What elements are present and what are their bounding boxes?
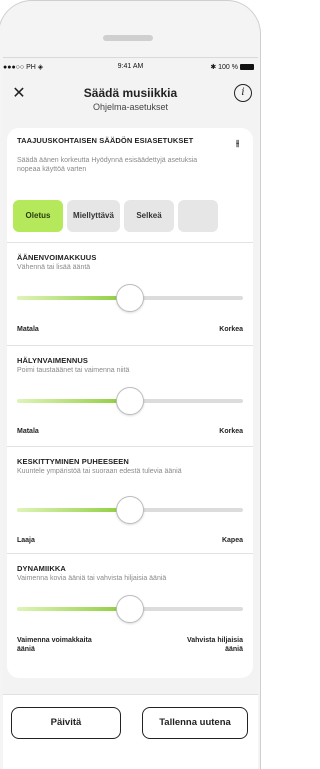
- speech-focus-slider[interactable]: [17, 496, 243, 524]
- volume-min-label: Matala: [17, 326, 39, 333]
- noise-section: HÄLYNVAIMENNUS Poimi taustaäänet tai vai…: [7, 346, 253, 446]
- volume-slider[interactable]: [17, 284, 243, 312]
- dynamics-max-label: Vahvista hiljaisia ääniä: [186, 637, 243, 653]
- preset-chip-selkea[interactable]: Selkeä: [124, 200, 174, 232]
- page-title: Säädä musiikkia: [83, 86, 178, 100]
- update-button[interactable]: Päivitä: [11, 707, 121, 739]
- info-icon[interactable]: i: [234, 84, 252, 102]
- preset-chip-oletus[interactable]: Oletus: [13, 200, 63, 232]
- slider-thumb[interactable]: [116, 496, 144, 524]
- presets-title: TAAJUUSKOHTAISEN SÄÄDÖN ESIASETUKSET: [17, 136, 194, 145]
- slider-fill: [17, 508, 130, 512]
- dynamics-slider[interactable]: [17, 595, 243, 623]
- dynamics-section: DYNAMIIKKA Vaimenna kovia ääniä tai vahv…: [7, 554, 253, 678]
- slider-fill: [17, 607, 130, 611]
- slider-fill: [17, 296, 130, 300]
- battery-label: ✱ 100 %: [210, 64, 238, 71]
- preset-chip-miellyttava[interactable]: Miellyttävä: [67, 200, 120, 232]
- battery-icon: [240, 64, 254, 70]
- device-frame: ●●●○○ PH ◈ 9:41 AM ✱ 100 % ✕ Säädä musii…: [0, 0, 261, 769]
- volume-section: ÄÄNENVOIMAKKUUS Vähennä tai lisää ääntä …: [7, 243, 253, 345]
- slider-thumb[interactable]: [116, 595, 144, 623]
- noise-description: Poimi taustaäänet tai vaimenna niitä: [17, 367, 130, 374]
- noise-slider[interactable]: [17, 387, 243, 415]
- noise-title: HÄLYNVAIMENNUS: [17, 356, 88, 365]
- speech-focus-min-label: Laaja: [17, 537, 35, 544]
- app-screen: ●●●○○ PH ◈ 9:41 AM ✱ 100 % ✕ Säädä musii…: [3, 57, 258, 769]
- slider-fill: [17, 399, 130, 403]
- page-subtitle: Ohjelma-asetukset: [92, 102, 169, 112]
- noise-min-label: Matala: [17, 428, 39, 435]
- save-as-new-button[interactable]: Tallenna uutena: [142, 707, 248, 739]
- tune-settings-icon[interactable]: ⫲: [236, 138, 239, 149]
- dynamics-min-label: Vaimenna voimakkaita ääniä: [17, 637, 92, 653]
- speech-focus-title: KESKITTYMINEN PUHEESEEN: [17, 457, 129, 466]
- settings-card: TAAJUUSKOHTAISEN SÄÄDÖN ESIASETUKSET ⫲ S…: [7, 128, 253, 678]
- speech-focus-max-label: Kapea: [221, 537, 243, 544]
- slider-thumb[interactable]: [116, 284, 144, 312]
- dynamics-title: DYNAMIIKKA: [17, 564, 66, 573]
- presets-section: TAAJUUSKOHTAISEN SÄÄDÖN ESIASETUKSET ⫲ S…: [7, 128, 253, 242]
- preset-chip-more[interactable]: [178, 200, 218, 232]
- speech-focus-section: KESKITTYMINEN PUHEESEEN Kuuntele ympäris…: [7, 447, 253, 553]
- dynamics-description: Vaimenna kovia ääniä tai vahvista hiljai…: [17, 575, 167, 582]
- noise-max-label: Korkea: [219, 428, 243, 435]
- device-speaker: [103, 35, 153, 41]
- page-header: ✕ Säädä musiikkia Ohjelma-asetukset i: [3, 76, 258, 124]
- speech-focus-description: Kuuntele ympäristöä tai suoraan edestä t…: [17, 468, 182, 475]
- volume-title: ÄÄNENVOIMAKKUUS: [17, 253, 97, 262]
- status-bar: ●●●○○ PH ◈ 9:41 AM ✱ 100 %: [3, 58, 258, 76]
- battery-status: ✱ 100 %: [210, 63, 254, 71]
- preset-options: Oletus Miellyttävä Selkeä: [13, 200, 253, 232]
- action-bar: Päivitä Tallenna uutena: [3, 694, 258, 769]
- slider-thumb[interactable]: [116, 387, 144, 415]
- volume-max-label: Korkea: [219, 326, 243, 333]
- presets-description: Säädä äänen korkeutta Hyödynnä esisäädet…: [17, 157, 198, 173]
- volume-description: Vähennä tai lisää ääntä: [17, 264, 91, 271]
